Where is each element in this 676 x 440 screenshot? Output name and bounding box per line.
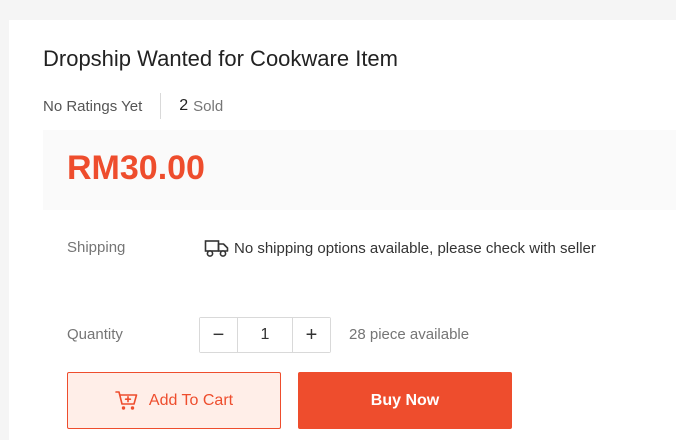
sold-count: 2: [179, 97, 189, 114]
shipping-label: Shipping: [67, 239, 126, 256]
quantity-stepper: − 1 +: [199, 317, 331, 353]
shipping-text: No shipping options available, please ch…: [234, 239, 596, 257]
quantity-label: Quantity: [67, 326, 123, 343]
meta-divider: [160, 93, 162, 119]
price-box: RM30.00: [43, 130, 676, 210]
sold-label: Sold: [193, 97, 224, 115]
ratings-text[interactable]: No Ratings Yet: [43, 98, 142, 115]
product-price: RM30.00: [67, 149, 205, 187]
truck-icon: [204, 238, 230, 258]
increment-button[interactable]: +: [293, 318, 330, 352]
add-to-cart-button[interactable]: Add To Cart: [67, 372, 281, 429]
stock-available: 28 piece available: [349, 326, 470, 343]
quantity-input[interactable]: 1: [237, 318, 293, 352]
add-to-cart-label: Add To Cart: [148, 391, 234, 409]
buy-now-label: Buy Now: [370, 391, 440, 409]
product-meta: No Ratings Yet 2 Sold: [43, 93, 223, 119]
product-title: Dropship Wanted for Cookware Item: [43, 46, 398, 71]
shipping-info: No shipping options available, please ch…: [204, 238, 596, 258]
buy-now-button[interactable]: Buy Now: [298, 372, 512, 429]
cart-plus-icon: [115, 390, 139, 412]
decrement-button[interactable]: −: [200, 318, 237, 352]
product-detail-card: Dropship Wanted for Cookware Item No Rat…: [9, 20, 676, 440]
